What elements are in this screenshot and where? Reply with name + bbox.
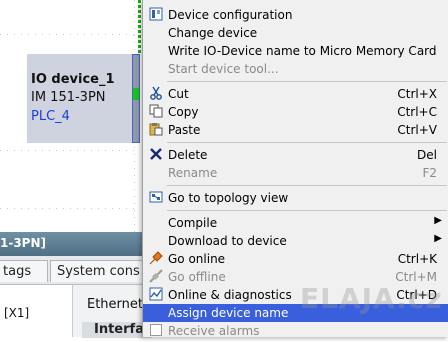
device-type: IM 151-3PN xyxy=(31,90,106,105)
grid-line xyxy=(0,150,140,151)
grid-line xyxy=(0,208,140,209)
menu-item-label: Go online xyxy=(168,252,226,266)
menu-item-label: Cut xyxy=(168,87,189,101)
menu-item-rename[interactable]: Rename F2 xyxy=(143,164,448,182)
menu-item-label: Device configuration xyxy=(168,8,293,22)
menu-separator xyxy=(167,185,447,186)
menu-item-cut[interactable]: Cut Ctrl+X xyxy=(143,85,448,103)
menu-item-label: Go offline xyxy=(168,270,226,284)
menu-item-label: Download to device xyxy=(168,234,287,248)
tab-system-constants[interactable]: System cons xyxy=(50,260,150,282)
menu-item-label: Write IO-Device name to Micro Memory Car… xyxy=(168,44,437,58)
device-name: IO device_1 xyxy=(31,72,115,87)
menu-item-label: Delete xyxy=(168,148,208,162)
menu-item-shortcut: Ctrl+V xyxy=(397,123,437,137)
tab-tags[interactable]: tags xyxy=(0,260,48,282)
port-label[interactable]: [X1] xyxy=(4,306,29,320)
menu-item-change-device[interactable]: Change device xyxy=(143,24,448,42)
menu-item-label: Change device xyxy=(168,26,258,40)
submenu-arrow-icon: ▶ xyxy=(434,233,442,244)
menu-item-receive-alarms[interactable]: Receive alarms xyxy=(143,322,448,340)
menu-item-label: Rename xyxy=(168,166,218,180)
menu-item-device-configuration[interactable]: Device configuration xyxy=(143,6,448,24)
go-online-icon xyxy=(148,251,164,267)
device-config-icon xyxy=(148,7,164,23)
menu-item-label: Start device tool... xyxy=(168,62,279,76)
menu-item-label: Paste xyxy=(168,123,201,137)
menu-item-go-to-topology-view[interactable]: Go to topology view xyxy=(143,189,448,207)
menu-item-label: Copy xyxy=(168,105,199,119)
menu-item-shortcut: F2 xyxy=(422,166,437,180)
menu-item-paste[interactable]: Paste Ctrl+V xyxy=(143,121,448,139)
paste-icon xyxy=(148,122,164,138)
menu-item-download-to-device[interactable]: Download to device ▶ xyxy=(143,232,448,250)
menu-item-start-device-tool[interactable]: Start device tool... xyxy=(143,60,448,78)
menu-separator xyxy=(167,142,447,143)
menu-item-label: Assign device name xyxy=(168,306,289,320)
menu-item-write-io-device-name[interactable]: Write IO-Device name to Micro Memory Car… xyxy=(143,42,448,60)
submenu-arrow-icon: ▶ xyxy=(434,215,442,226)
menu-item-label: Compile xyxy=(168,216,218,230)
menu-item-copy[interactable]: Copy Ctrl+C xyxy=(143,103,448,121)
delete-x-icon xyxy=(148,147,164,163)
watermark: ELAJA.cz xyxy=(300,282,443,315)
menu-item-label: Go to topology view xyxy=(168,191,289,205)
copy-icon xyxy=(148,104,164,120)
grid-line xyxy=(0,34,140,35)
menu-separator xyxy=(167,81,447,82)
menu-item-compile[interactable]: Compile ▶ xyxy=(143,214,448,232)
inspector-title: 1-3PN] xyxy=(0,236,47,250)
port-status-indicator xyxy=(133,88,139,100)
scissors-icon xyxy=(148,86,164,102)
topology-icon xyxy=(148,190,164,206)
menu-item-shortcut: Ctrl+X xyxy=(397,87,437,101)
menu-separator xyxy=(167,210,447,211)
menu-item-go-online[interactable]: Go online Ctrl+K xyxy=(143,250,448,268)
menu-item-label: Receive alarms xyxy=(168,324,260,338)
network-connection-line[interactable] xyxy=(138,0,141,54)
diagnostics-icon xyxy=(148,287,164,303)
menu-item-label: Online & diagnostics xyxy=(168,288,292,302)
menu-item-shortcut: Ctrl+C xyxy=(397,105,437,119)
menu-item-shortcut: Del xyxy=(417,148,437,162)
menu-item-delete[interactable]: Delete Del xyxy=(143,146,448,164)
ethernet-section-label: Ethernet xyxy=(87,297,143,312)
menu-item-shortcut: Ctrl+K xyxy=(397,252,437,266)
go-offline-icon xyxy=(148,269,164,285)
device-plc-link[interactable]: PLC_4 xyxy=(31,109,70,124)
